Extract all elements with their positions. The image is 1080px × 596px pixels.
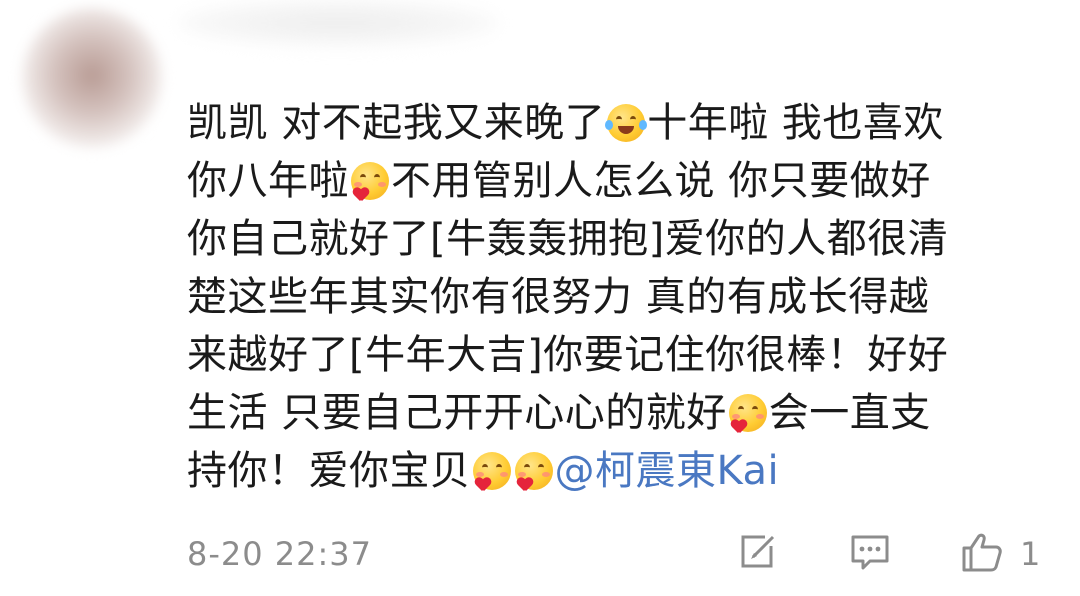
comment-line-5: 来越好了[牛年大吉]你要记住你很棒！好好 bbox=[187, 326, 1067, 384]
comment-line-2: 你八年啦 不用管别人怎么说 你只要做好 bbox=[187, 152, 1067, 210]
love-heart-emoji-icon bbox=[514, 452, 553, 490]
blurred-username bbox=[178, 0, 498, 46]
comment-segment: 你自己就好了[牛轰轰拥抱]爱你的人都很清 bbox=[187, 216, 949, 262]
love-heart-emoji-icon bbox=[728, 394, 767, 432]
thumbs-up-icon[interactable] bbox=[960, 530, 1004, 574]
comment-segment: 你八年啦 bbox=[187, 158, 349, 204]
hug-heart-emoji-icon bbox=[351, 162, 389, 200]
repost-icon[interactable] bbox=[735, 530, 779, 574]
comment-segment: 生活 只要自己开开心心的就好 bbox=[187, 390, 727, 436]
comment-timestamp: 8-20 22:37 bbox=[187, 535, 373, 573]
comment-segment: 不用管别人怎么说 你只要做好 bbox=[391, 158, 931, 204]
comment-line-1: 凯凯 对不起我又来晚了 十年啦 我也喜欢 bbox=[187, 94, 1067, 152]
comment-text: 凯凯 对不起我又来晚了 十年啦 我也喜欢 你八年啦 不用管别人怎么说 你只要做好 你… bbox=[187, 94, 1067, 500]
comment-segment: 会一直支 bbox=[768, 390, 931, 436]
comment-segment: 持你！爱你宝贝 bbox=[187, 448, 471, 494]
comment-line-3: 你自己就好了[牛轰轰拥抱]爱你的人都很清 bbox=[187, 210, 1067, 268]
comment-segment: 楚这些年其实你有很努力 真的有成长得越 bbox=[187, 274, 930, 320]
avatar[interactable] bbox=[22, 8, 162, 148]
comment-segment: 十年啦 我也喜欢 bbox=[647, 100, 944, 146]
love-heart-emoji-icon bbox=[472, 452, 511, 490]
like-count: 1 bbox=[1020, 535, 1041, 573]
comment-line-4: 楚这些年其实你有很努力 真的有成长得越 bbox=[187, 268, 1067, 326]
laugh-cry-emoji-icon bbox=[605, 104, 648, 142]
comment-icon[interactable] bbox=[848, 530, 892, 574]
comment-line-7: 持你！爱你宝贝 @柯震東Kai bbox=[187, 442, 1067, 500]
comment-segment: 来越好了[牛年大吉]你要记住你很棒！好好 bbox=[187, 332, 949, 378]
comment-segment: 凯凯 对不起我又来晚了 bbox=[187, 100, 606, 146]
user-mention-link[interactable]: @柯震東Kai bbox=[555, 448, 780, 494]
comment-line-6: 生活 只要自己开开心心的就好 会一直支 bbox=[187, 384, 1067, 442]
